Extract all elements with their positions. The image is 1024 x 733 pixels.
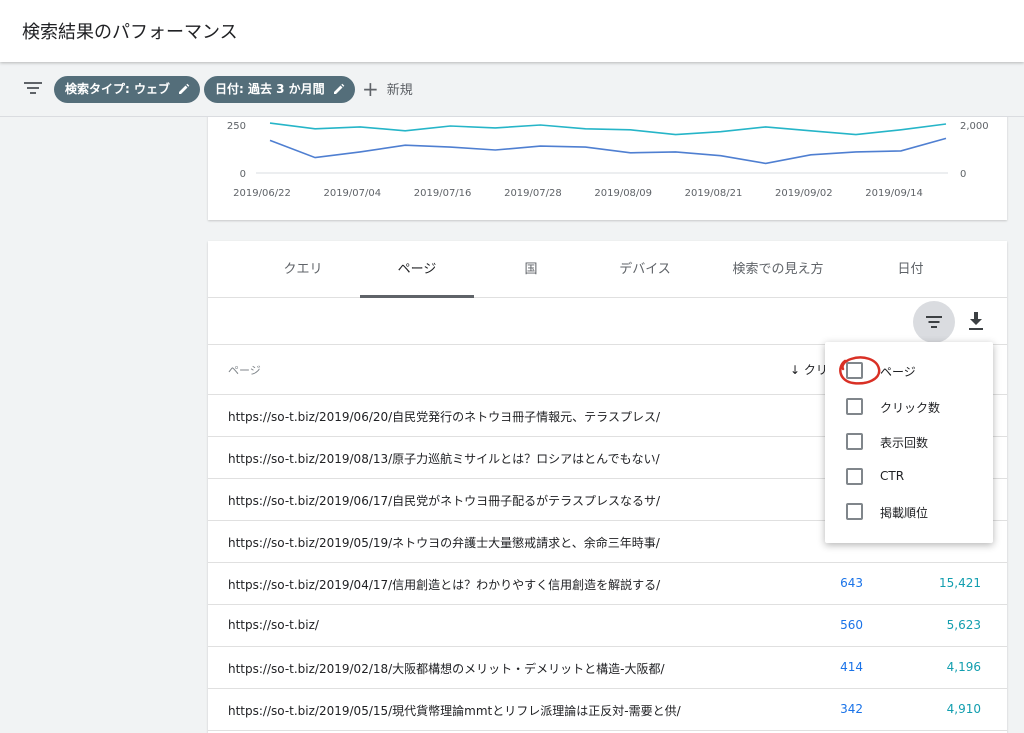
table-row[interactable]: https://so-t.biz/560 5,623	[208, 605, 1007, 647]
x-tick-label: 2019/06/22	[233, 188, 291, 199]
row-clicks: 560	[840, 618, 863, 632]
tab-search-appearance[interactable]: 検索での見え方	[708, 241, 848, 298]
plus-icon: +	[362, 77, 379, 101]
y-left-tick-label: 0	[240, 169, 246, 180]
table-filter-button[interactable]	[913, 301, 955, 343]
menu-item-position[interactable]: 掲載順位	[825, 494, 993, 529]
menu-item-label: CTR	[880, 469, 905, 483]
menu-item-impressions[interactable]: 表示回数	[825, 424, 993, 459]
filter-icon[interactable]	[24, 82, 42, 96]
row-clicks: 342	[840, 702, 863, 716]
menu-item-clicks[interactable]: クリック数	[825, 389, 993, 424]
x-tick-label: 2019/08/09	[594, 188, 652, 199]
row-clicks: 414	[840, 660, 863, 674]
table-row[interactable]: https://so-t.biz/2019/02/18/大阪都構想のメリット・デ…	[208, 647, 1007, 689]
chart-series-line	[269, 122, 947, 136]
column-header-clicks[interactable]: ↓ クリ	[790, 361, 828, 378]
row-url[interactable]: https://so-t.biz/2019/08/13/原子力巡航ミサイルとは？…	[228, 450, 660, 467]
chip-label: 日付: 過去 3 か月間	[215, 82, 325, 96]
tab-country[interactable]: 国	[474, 241, 588, 298]
row-url[interactable]: https://so-t.biz/2019/05/19/ネトウヨの弁護士大量懲戒…	[228, 534, 660, 551]
tab-device[interactable]: デバイス	[588, 241, 702, 298]
search-type-chip[interactable]: 検索タイプ: ウェブ	[54, 76, 200, 103]
row-impressions: 4,910	[946, 702, 981, 716]
y-right-tick-label: 2,000	[960, 121, 989, 132]
row-url[interactable]: https://so-t.biz/	[228, 618, 319, 632]
y-right-tick-label: 0	[960, 169, 966, 180]
checkbox-impressions[interactable]	[846, 433, 863, 450]
pencil-icon	[333, 83, 344, 94]
filter-icon-line	[928, 321, 940, 323]
row-url[interactable]: https://so-t.biz/2019/04/17/信用創造とは？わかりやす…	[228, 576, 660, 593]
app-header: 検索結果のパフォーマンス	[0, 0, 1024, 62]
menu-item-label: 表示回数	[880, 436, 929, 450]
download-icon[interactable]	[966, 310, 986, 332]
tab-page[interactable]: ページ	[360, 241, 474, 298]
row-url[interactable]: https://so-t.biz/2019/06/20/自民党発行のネトウヨ冊子…	[228, 408, 660, 425]
table-row[interactable]: https://so-t.biz/2019/04/17/信用創造とは？わかりやす…	[208, 563, 1007, 605]
tab-date[interactable]: 日付	[858, 241, 963, 298]
row-impressions: 15,421	[939, 576, 981, 590]
menu-item-label: クリック数	[880, 401, 941, 415]
row-impressions: 5,623	[946, 618, 981, 632]
new-filter-label: 新規	[386, 83, 413, 98]
filter-icon-line	[926, 316, 942, 318]
row-url[interactable]: https://so-t.biz/2019/06/17/自民党がネトウヨ冊子配る…	[228, 492, 660, 509]
menu-item-ctr[interactable]: CTR	[825, 459, 993, 494]
x-tick-label: 2019/07/28	[504, 188, 562, 199]
x-tick-label: 2019/09/14	[865, 188, 923, 199]
x-tick-label: 2019/08/21	[685, 188, 743, 199]
row-url[interactable]: https://so-t.biz/2019/02/18/大阪都構想のメリット・デ…	[228, 660, 665, 677]
new-filter-button[interactable]: + 新規	[362, 76, 413, 103]
checkbox-position[interactable]	[846, 503, 863, 520]
row-url[interactable]: https://so-t.biz/2019/05/15/現代貨幣理論mmtとリフ…	[228, 702, 681, 719]
checkbox-clicks[interactable]	[846, 398, 863, 415]
y-left-tick-label: 250	[227, 121, 246, 132]
chart-series-line	[269, 137, 947, 165]
filter-bar: 検索タイプ: ウェブ 日付: 過去 3 か月間 + 新規	[0, 62, 1024, 117]
pencil-icon	[178, 83, 190, 94]
x-tick-label: 2019/07/16	[414, 188, 472, 199]
page-title: 検索結果のパフォーマンス	[22, 22, 238, 43]
column-header-page[interactable]: ページ	[228, 362, 261, 378]
menu-item-label: 掲載順位	[880, 506, 929, 520]
row-clicks: 643	[840, 576, 863, 590]
dimension-tabs: クエリ ページ 国 デバイス 検索での見え方 日付	[208, 241, 1007, 298]
table-row[interactable]: https://so-t.biz/2019/05/15/現代貨幣理論mmtとリフ…	[208, 689, 1007, 731]
chip-label: 検索タイプ: ウェブ	[65, 82, 170, 96]
table-toolbar	[208, 298, 1007, 345]
date-chip[interactable]: 日付: 過去 3 か月間	[204, 76, 355, 103]
x-tick-label: 2019/09/02	[775, 188, 833, 199]
menu-item-label: ページ	[880, 365, 916, 379]
row-impressions: 4,196	[946, 660, 981, 674]
annotation-circle	[839, 356, 881, 385]
tab-query[interactable]: クエリ	[246, 241, 360, 298]
x-tick-label: 2019/07/04	[323, 188, 381, 199]
checkbox-ctr[interactable]	[846, 468, 863, 485]
filter-icon-line	[931, 326, 937, 328]
